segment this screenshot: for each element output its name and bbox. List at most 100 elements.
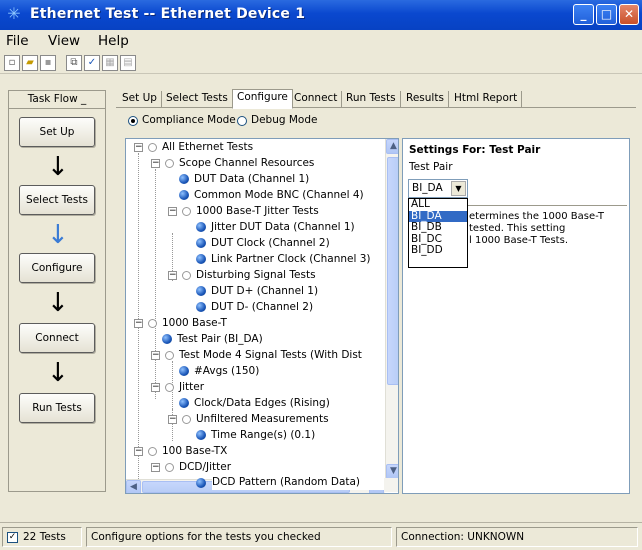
- node-circle-icon: [148, 319, 157, 328]
- compliance-mode-radio[interactable]: [128, 116, 138, 126]
- blue-ball-icon: [196, 302, 206, 312]
- tab-select-tests[interactable]: Select Tests: [162, 91, 233, 108]
- report-icon[interactable]: ▤: [120, 55, 136, 71]
- tree-node[interactable]: Test Pair (BI_DA): [177, 331, 263, 347]
- tree-node[interactable]: Clock/Data Edges (Rising): [194, 395, 330, 411]
- taskflow-connect-button[interactable]: Connect: [19, 323, 95, 353]
- maximize-button[interactable]: □: [596, 4, 617, 25]
- tree-node[interactable]: Jitter DUT Data (Channel 1): [211, 219, 355, 235]
- scroll-down-icon[interactable]: ▼: [386, 464, 398, 479]
- tree-node[interactable]: Time Range(s) (0.1): [211, 427, 315, 443]
- tree-node[interactable]: Scope Channel Resources: [179, 155, 314, 171]
- collapse-icon[interactable]: −: [168, 271, 177, 280]
- tree-node[interactable]: 1000 Base-T Jitter Tests: [196, 203, 319, 219]
- tree-node[interactable]: All Ethernet Tests: [162, 139, 253, 155]
- collapse-icon[interactable]: −: [151, 383, 160, 392]
- tree-vertical-scrollbar[interactable]: ▲ ▼: [385, 139, 398, 479]
- tab-configure[interactable]: Configure: [232, 89, 293, 109]
- tab-run-tests[interactable]: Run Tests: [342, 91, 401, 108]
- menu-view[interactable]: View: [48, 33, 80, 49]
- arrow-down-icon: ↓: [47, 358, 69, 388]
- open-icon[interactable]: ▰: [22, 55, 38, 71]
- compliance-mode-label: Compliance Mode: [142, 114, 236, 126]
- test-tree[interactable]: − All Ethernet Tests − Scope Channel Res…: [125, 138, 399, 494]
- status-message: Configure options for the tests you chec…: [86, 527, 392, 547]
- tree-node[interactable]: DUT Clock (Channel 2): [211, 235, 330, 251]
- collapse-icon[interactable]: −: [168, 415, 177, 424]
- tree-node[interactable]: DCD Pattern (Random Data): [212, 474, 385, 490]
- checkbox-checked-icon[interactable]: ✓: [7, 532, 18, 543]
- tree-node[interactable]: #Avgs (150): [194, 363, 259, 379]
- tree-node[interactable]: DUT Data (Channel 1): [194, 171, 309, 187]
- tree-node[interactable]: DUT D+ (Channel 1): [211, 283, 318, 299]
- settings-title: Settings For: Test Pair: [409, 144, 541, 156]
- scroll-corner: [384, 478, 398, 492]
- blue-ball-icon: [196, 254, 206, 264]
- taskflow-configure-button[interactable]: Configure: [19, 253, 95, 283]
- tree-node[interactable]: Common Mode BNC (Channel 4): [194, 187, 364, 203]
- node-circle-icon: [182, 207, 191, 216]
- tree-node[interactable]: Disturbing Signal Tests: [196, 267, 316, 283]
- arrow-down-icon: ↓: [47, 220, 69, 250]
- tree-node[interactable]: Unfiltered Measurements: [196, 411, 329, 427]
- tree-node[interactable]: Link Partner Clock (Channel 3): [211, 251, 371, 267]
- save-icon[interactable]: ▪: [40, 55, 56, 71]
- node-circle-icon: [182, 415, 191, 424]
- new-icon[interactable]: ▫: [4, 55, 20, 71]
- tab-results[interactable]: Results: [402, 91, 449, 108]
- node-circle-icon: [148, 447, 157, 456]
- tree-node[interactable]: DUT D- (Channel 2): [211, 299, 313, 315]
- taskflow-select-tests-button[interactable]: Select Tests: [19, 185, 95, 215]
- collapse-icon[interactable]: −: [151, 159, 160, 168]
- collapse-icon[interactable]: −: [168, 207, 177, 216]
- connection-status: Connection: UNKNOWN: [396, 527, 638, 547]
- collapse-icon[interactable]: −: [134, 447, 143, 456]
- arrow-down-icon: ↓: [47, 152, 69, 182]
- node-circle-icon: [182, 271, 191, 280]
- menu-file[interactable]: File: [6, 33, 29, 49]
- tree-node[interactable]: 100 Base-TX: [162, 443, 227, 459]
- scroll-left-icon[interactable]: ◀: [126, 480, 141, 493]
- app-icon: ✳: [7, 4, 21, 23]
- blue-ball-icon: [196, 478, 206, 488]
- dropdown-option[interactable]: BI_DD: [409, 245, 467, 257]
- tab-setup[interactable]: Set Up: [118, 91, 162, 108]
- setting-label: Test Pair: [409, 161, 453, 173]
- tree-node[interactable]: Test Mode 4 Signal Tests (With Dist: [179, 347, 362, 363]
- blue-ball-icon: [179, 398, 189, 408]
- scroll-up-icon[interactable]: ▲: [386, 139, 398, 154]
- minimize-button[interactable]: _: [573, 4, 594, 25]
- blue-ball-icon: [162, 334, 172, 344]
- blue-ball-icon: [196, 222, 206, 232]
- test-pair-value: BI_DA: [412, 182, 443, 194]
- tree-node[interactable]: Jitter: [179, 379, 204, 395]
- grid-icon[interactable]: ▦: [102, 55, 118, 71]
- menu-bar: File View Help: [0, 30, 642, 52]
- node-circle-icon: [165, 463, 174, 472]
- collapse-icon[interactable]: −: [134, 143, 143, 152]
- debug-mode-radio[interactable]: [237, 116, 247, 126]
- taskflow-setup-button[interactable]: Set Up: [19, 117, 95, 147]
- tab-html-report[interactable]: Html Report: [450, 91, 523, 108]
- title-bar: ✳ Ethernet Test -- Ethernet Device 1 _ □…: [0, 0, 642, 30]
- scrollbar-thumb[interactable]: [387, 157, 398, 385]
- node-circle-icon: [165, 383, 174, 392]
- collapse-icon[interactable]: −: [151, 351, 160, 360]
- dropdown-option[interactable]: ALL: [409, 199, 467, 211]
- test-pair-dropdown[interactable]: ALL BI_DA BI_DB BI_DC BI_DD: [408, 198, 468, 268]
- chevron-down-icon[interactable]: ▼: [451, 181, 466, 196]
- test-pair-select[interactable]: BI_DA ▼: [408, 179, 468, 198]
- tab-connect[interactable]: Connect: [290, 91, 343, 108]
- tree-node[interactable]: 1000 Base-T: [162, 315, 227, 331]
- node-circle-icon: [148, 143, 157, 152]
- collapse-icon[interactable]: −: [151, 463, 160, 472]
- properties-icon[interactable]: ⧉: [66, 55, 82, 71]
- close-button[interactable]: ✕: [619, 4, 639, 25]
- dropdown-option[interactable]: BI_DB: [409, 222, 467, 234]
- menu-help[interactable]: Help: [98, 33, 129, 49]
- window-title: Ethernet Test -- Ethernet Device 1: [30, 6, 306, 22]
- tree-node[interactable]: DCD/Jitter: [179, 459, 231, 475]
- select-tests-icon[interactable]: ✓: [84, 55, 100, 71]
- collapse-icon[interactable]: −: [134, 319, 143, 328]
- taskflow-run-tests-button[interactable]: Run Tests: [19, 393, 95, 423]
